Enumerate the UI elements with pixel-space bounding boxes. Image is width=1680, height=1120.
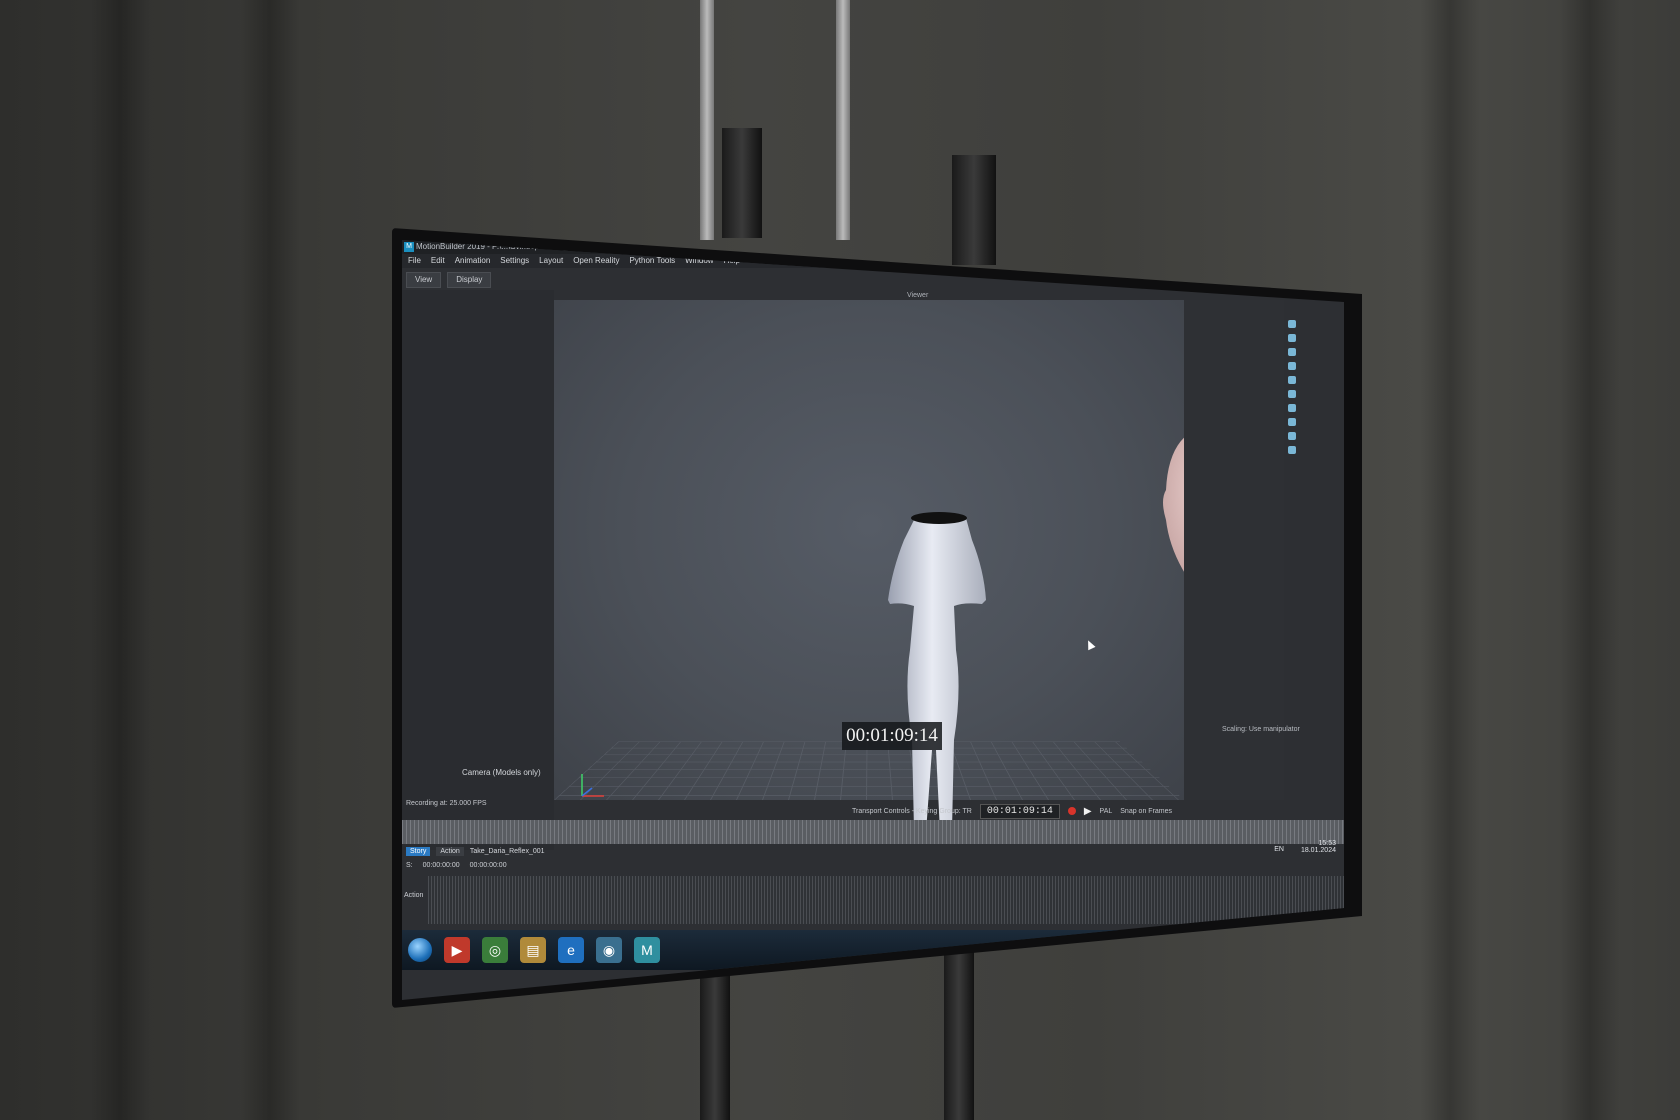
language-indicator[interactable]: EN [1274, 846, 1284, 853]
viewer-label: Viewer [907, 292, 929, 299]
menu-edit[interactable]: Edit [431, 254, 445, 268]
timeline-ruler[interactable] [402, 820, 1344, 844]
start-button[interactable] [408, 938, 432, 962]
story-tab[interactable]: Story [406, 846, 431, 856]
menu-file[interactable]: File [408, 254, 421, 268]
transport-controls: Transport Controls - Keying Group: TR 00… [552, 800, 1332, 822]
tool-icon[interactable] [1288, 320, 1296, 328]
scaling-label: Scaling: Use manipulator [1222, 726, 1300, 733]
file-explorer-icon[interactable]: ▤ [520, 937, 546, 963]
truss-bar [700, 0, 714, 240]
frame-rate[interactable]: PAL [1100, 808, 1113, 815]
story-timecodes: S: 00:00:00:00 00:00:00:00 [402, 858, 1344, 872]
action-track[interactable] [428, 876, 1344, 924]
s-label: S: [406, 861, 413, 869]
start-timecode[interactable]: 00:00:00:00 [423, 862, 460, 869]
clock-date: 18.01.2024 [1300, 847, 1336, 854]
stand-pole [722, 128, 762, 238]
axis-gizmo [581, 774, 604, 797]
menu-settings[interactable]: Settings [500, 254, 529, 268]
transport-label: Transport Controls - Keying Group: TR [852, 807, 972, 815]
record-button[interactable] [1067, 807, 1076, 815]
transport-timecode[interactable]: 00:01:09:14 [979, 803, 1060, 819]
system-clock: 15:53 18.01.2024 [1301, 840, 1336, 854]
mouse-cursor [1084, 638, 1096, 651]
menu-open-reality[interactable]: Open Reality [573, 254, 619, 268]
motionbuilder-window: M MotionBuilder 2019 - F:\...\Sviridoper… [402, 240, 1344, 1000]
snap-mode[interactable]: Snap on Frames [1120, 808, 1172, 815]
curtain-fold [1560, 0, 1620, 1120]
story-header: Story Action Take_Daria_Reflex_001 [402, 844, 1344, 858]
right-panel [1184, 300, 1284, 800]
left-panel [402, 290, 554, 850]
stand-pole [944, 950, 974, 1120]
internet-explorer-icon[interactable]: e [558, 937, 584, 963]
curtain-fold [240, 0, 300, 1120]
truss-bar [836, 0, 850, 240]
tool-icon[interactable] [1288, 390, 1296, 398]
floor-grid [554, 741, 1184, 800]
menu-animation[interactable]: Animation [455, 254, 491, 268]
media-player-icon[interactable]: ▶ [444, 937, 470, 963]
tool-icon[interactable] [1288, 404, 1296, 412]
tool-icon[interactable] [1288, 334, 1296, 342]
windows-taskbar: ▶ ◎ ▤ e ◉ M [402, 930, 1344, 970]
curtain-fold [90, 0, 150, 1120]
curtain-fold [1420, 0, 1480, 1120]
take-name[interactable]: Take_Daria_Reflex_001 [470, 848, 545, 855]
body-model[interactable] [874, 510, 1004, 840]
view-menu-button[interactable]: View [406, 272, 442, 288]
tool-icon[interactable] [1288, 348, 1296, 356]
tool-icon[interactable] [1288, 362, 1296, 370]
tool-icon[interactable] [1288, 418, 1296, 426]
right-toolstrip [1284, 320, 1300, 454]
timecode-overlay: 00:01:09:14 [842, 722, 942, 750]
tool-icon[interactable] [1288, 376, 1296, 384]
tool-icon[interactable] [1288, 446, 1296, 454]
action-track-label: Action [404, 892, 424, 899]
control-icon[interactable]: ◉ [596, 937, 622, 963]
end-timecode[interactable]: 00:00:00:00 [470, 862, 507, 869]
display-menu-button[interactable]: Display [447, 272, 492, 288]
tool-icon[interactable] [1288, 432, 1296, 440]
action-tab[interactable]: Action [436, 846, 464, 856]
camera-label: Camera (Models only) [462, 768, 541, 777]
menu-layout[interactable]: Layout [539, 254, 563, 268]
recording-status: Recording at: 25.000 FPS [406, 800, 487, 807]
stand-pole [700, 960, 730, 1120]
clock-time: 15:53 [1318, 840, 1336, 847]
chrome-icon[interactable]: ◎ [482, 937, 508, 963]
play-button[interactable]: ▶ [1084, 806, 1092, 817]
motionbuilder-app-icon: M [404, 242, 414, 252]
motionbuilder-icon[interactable]: M [634, 937, 660, 963]
stand-pole [952, 155, 996, 265]
